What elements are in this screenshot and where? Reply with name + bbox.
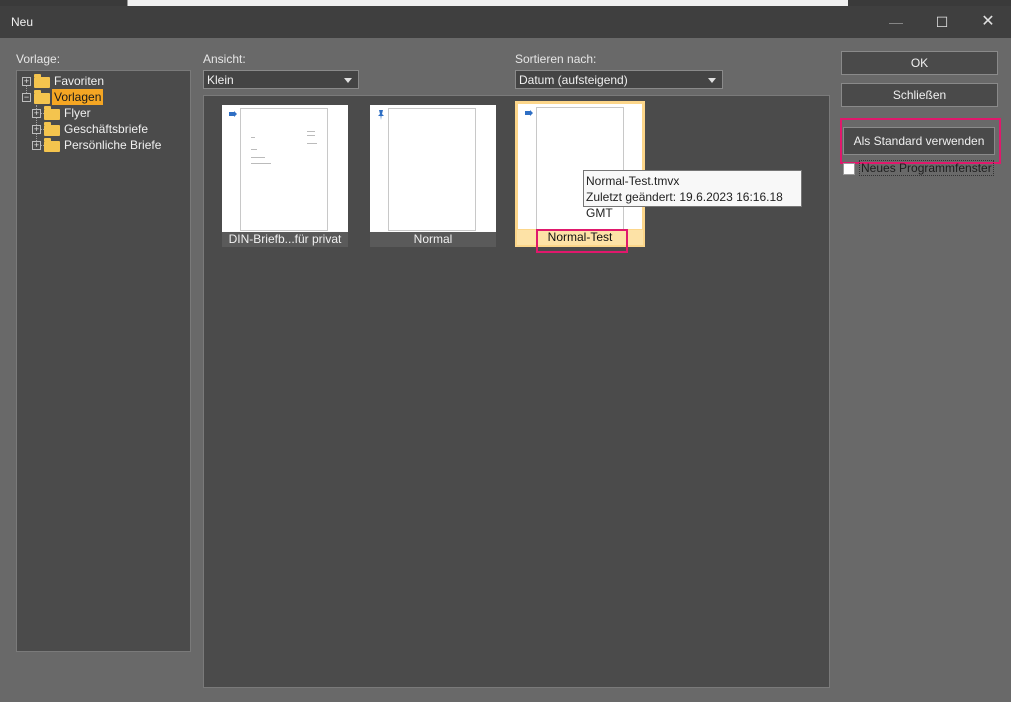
template-folder-tree[interactable]: + Favoriten − Vorlagen + Flyer + Geschäf… [16,70,191,652]
template-tile-din-brief[interactable]: DIN-Briefb...für privat [222,105,348,247]
pushpin-icon[interactable] [376,109,386,120]
folder-icon [44,106,60,120]
tooltip: Normal-Test.tmvx Zuletzt geändert: 19.6.… [583,170,802,220]
tooltip-filename: Normal-Test.tmvx [586,174,680,188]
new-window-checkbox[interactable] [843,163,855,175]
tooltip-modified: Zuletzt geändert: 19.6.2023 16:16.18 GMT [586,190,783,220]
view-select[interactable]: Klein [203,70,359,89]
folder-icon [34,74,50,88]
close-window-button[interactable]: ✕ [965,6,1011,38]
ok-button[interactable]: OK [841,51,998,75]
sort-select-value: Datum (aufsteigend) [519,73,628,87]
ansicht-label: Ansicht: [203,52,246,66]
minimize-button[interactable]: — [873,6,919,38]
expand-icon[interactable]: + [22,77,31,86]
new-window-checkbox-label[interactable]: Neues Programmfenster [859,160,994,176]
view-select-value: Klein [207,73,234,87]
tree-item-label: Geschäftsbriefe [64,122,149,136]
tree-item-label: Flyer [64,106,91,120]
open-folder-icon [34,90,50,104]
tree-item-label: Favoriten [54,74,105,88]
pin-icon[interactable] [228,109,238,117]
template-caption: Normal [370,232,496,247]
folder-icon [44,138,60,152]
expand-icon[interactable]: + [32,125,41,134]
sortieren-label: Sortieren nach: [515,52,597,66]
close-button[interactable]: Schließen [841,83,998,107]
caption-highlight-box [536,229,628,253]
chevron-down-icon [708,78,716,83]
button-highlight-box [840,118,1001,164]
template-thumbnail [222,105,348,232]
tree-item-label: Persönliche Briefe [64,138,162,152]
collapse-icon[interactable]: − [22,93,31,102]
window-title: Neu [11,15,34,29]
tree-item-label: Vorlagen [52,89,104,105]
pin-icon[interactable] [524,108,534,116]
chevron-down-icon [344,78,352,83]
sort-select[interactable]: Datum (aufsteigend) [515,70,723,89]
expand-icon[interactable]: + [32,109,41,118]
expand-icon[interactable]: + [32,141,41,150]
folder-icon [44,122,60,136]
template-tile-normal[interactable]: Normal [370,105,496,247]
title-bar: Neu — ☐ ✕ [0,6,1011,38]
vorlage-label: Vorlage: [16,52,61,66]
template-thumbnail [370,105,496,232]
template-caption: DIN-Briefb...für privat [222,232,348,247]
maximize-button[interactable]: ☐ [919,6,965,38]
